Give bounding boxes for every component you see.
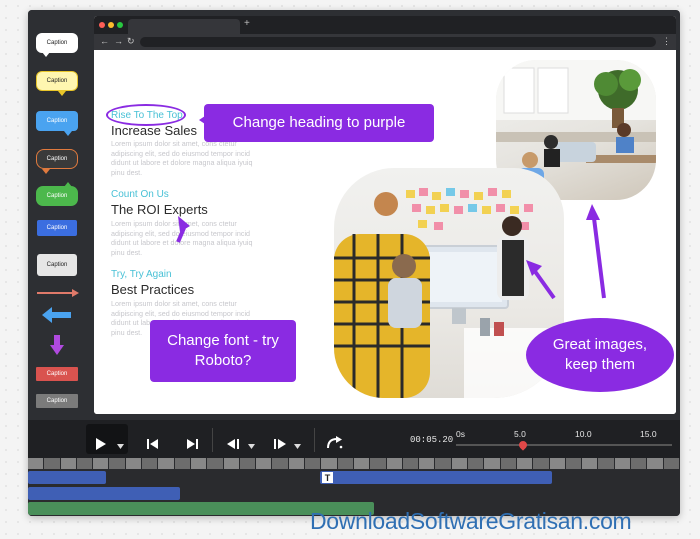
- redo-icon[interactable]: [326, 436, 344, 450]
- browser-tab[interactable]: [128, 19, 240, 34]
- arrow-right-icon[interactable]: [36, 288, 80, 298]
- caption-palette: Caption Caption Caption Caption Caption …: [28, 10, 86, 420]
- playhead-marker[interactable]: [517, 439, 529, 451]
- video-clip-track[interactable]: [28, 471, 106, 484]
- text-clip-track[interactable]: T: [320, 471, 552, 484]
- chevron-down-icon[interactable]: [248, 444, 255, 449]
- play-button-bg: [86, 424, 128, 454]
- divider: [212, 428, 213, 452]
- bubble-tail: [64, 131, 72, 136]
- caption-white-bubble[interactable]: Caption: [36, 33, 78, 53]
- bubble-tail: [58, 91, 66, 96]
- browser-tab-bar: +: [94, 16, 676, 34]
- back-icon[interactable]: ←: [100, 36, 109, 46]
- timeline-ruler[interactable]: [456, 444, 672, 446]
- chevron-down-icon[interactable]: [117, 444, 124, 449]
- reload-icon[interactable]: ↻: [127, 36, 135, 47]
- caption-gray-box[interactable]: Caption: [37, 254, 77, 276]
- skip-to-end-icon[interactable]: [186, 439, 198, 449]
- bubble-tail: [64, 182, 72, 187]
- browser-nav-bar: ← → ↻ ⋮: [94, 34, 676, 50]
- frame-strip[interactable]: [28, 458, 680, 469]
- caption-red-bar[interactable]: Caption: [36, 367, 78, 381]
- callout-change-heading: Change heading to purple: [204, 104, 434, 142]
- arrow-left-icon[interactable]: [42, 307, 72, 323]
- step-back-icon[interactable]: [227, 439, 241, 449]
- caption-green-bubble[interactable]: Caption: [36, 186, 78, 206]
- text-clip-icon: T: [322, 472, 333, 483]
- skip-to-start-icon[interactable]: [147, 439, 159, 449]
- playback-controls: 00:05.20 0s 5.0 10.0 15.0: [28, 420, 680, 458]
- slide-page: Rise To The Top Increase Sales Lorem ips…: [94, 50, 676, 414]
- minimize-window-dot[interactable]: [108, 22, 114, 28]
- chevron-down-icon[interactable]: [294, 444, 301, 449]
- video-editor-window: Caption Caption Caption Caption Caption …: [28, 10, 680, 516]
- current-time: 00:05.20: [410, 435, 454, 445]
- play-icon[interactable]: [95, 438, 107, 450]
- caption-blue-box[interactable]: Caption: [37, 220, 77, 236]
- new-tab-icon[interactable]: +: [244, 18, 250, 29]
- ruler-tick-label: 0s: [456, 429, 465, 439]
- forward-icon[interactable]: →: [114, 36, 123, 46]
- arrow-down-icon[interactable]: [50, 335, 64, 355]
- browser-menu-icon[interactable]: ⋮: [662, 36, 671, 47]
- watermark-text: DownloadSoftwareGratisan.com: [310, 508, 632, 534]
- caption-blue-bubble[interactable]: Caption: [36, 111, 78, 131]
- caption-yellow-bubble[interactable]: Caption: [36, 71, 78, 91]
- caption-dark-bubble[interactable]: Caption: [36, 149, 78, 169]
- ruler-tick-label: 15.0: [640, 429, 657, 439]
- divider: [314, 428, 315, 452]
- bubble-tail: [42, 169, 50, 174]
- bubble-tail: [42, 52, 50, 57]
- maximize-window-dot[interactable]: [117, 22, 123, 28]
- callout-change-font: Change font - try Roboto?: [150, 320, 296, 382]
- ruler-tick-label: 5.0: [514, 429, 526, 439]
- stage: Caption Caption Caption Caption Caption …: [0, 0, 700, 539]
- step-forward-icon[interactable]: [274, 439, 288, 449]
- browser-preview: + ← → ↻ ⋮ Rise To The Top Increase Sales…: [94, 16, 676, 414]
- ruler-tick-label: 10.0: [575, 429, 592, 439]
- caption-clip-track[interactable]: [28, 487, 180, 500]
- close-window-dot[interactable]: [99, 22, 105, 28]
- callout-great-images: Great images, keep them: [526, 318, 674, 392]
- address-bar[interactable]: [140, 37, 656, 47]
- caption-gray-bar[interactable]: Caption: [36, 394, 78, 408]
